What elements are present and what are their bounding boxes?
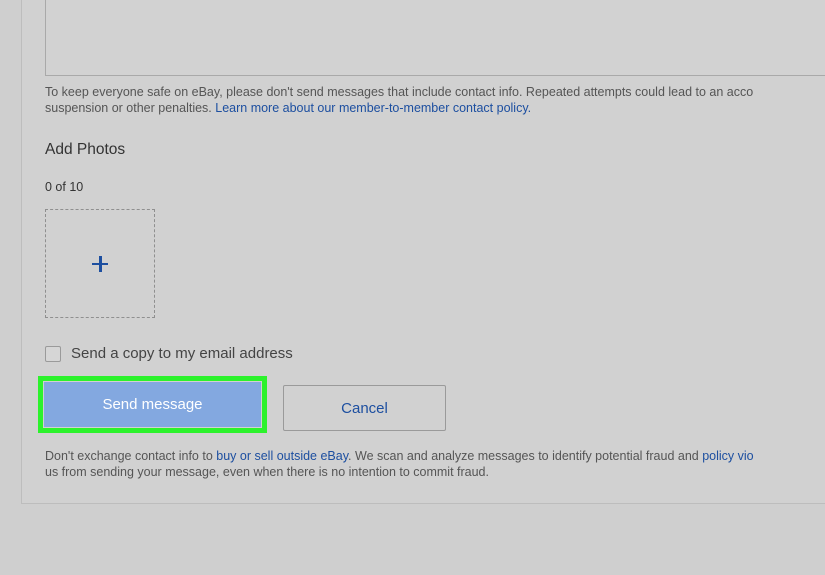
message-textarea[interactable] bbox=[45, 0, 825, 76]
send-copy-label[interactable]: Send a copy to my email address bbox=[71, 345, 293, 362]
photo-count: 0 of 10 bbox=[45, 180, 84, 194]
fraud-notice-pre: Don't exchange contact info to bbox=[45, 449, 217, 463]
plus-icon bbox=[92, 255, 108, 272]
add-photo-button[interactable] bbox=[45, 209, 155, 318]
send-copy-option[interactable]: Send a copy to my email address bbox=[45, 345, 293, 362]
notice-line-2: suspension or other penalties. Learn mor… bbox=[45, 100, 825, 116]
fraud-notice-mid: . We scan and analyze messages to identi… bbox=[348, 449, 703, 463]
fraud-notice-line-2: us from sending your message, even when … bbox=[45, 465, 489, 479]
notice-line-1: To keep everyone safe on eBay, please do… bbox=[45, 85, 754, 99]
contact-info-notice: To keep everyone safe on eBay, please do… bbox=[45, 84, 825, 116]
fraud-notice-line-1: Don't exchange contact info to buy or se… bbox=[45, 448, 825, 464]
fraud-notice: Don't exchange contact info to buy or se… bbox=[45, 448, 825, 480]
cancel-button[interactable]: Cancel bbox=[283, 385, 446, 431]
send-copy-checkbox[interactable] bbox=[45, 345, 61, 362]
policy-violation-link[interactable]: policy vio bbox=[702, 449, 753, 463]
contact-policy-link[interactable]: Learn more about our member-to-member co… bbox=[215, 101, 531, 115]
send-message-button[interactable]: Send message bbox=[44, 382, 261, 427]
notice-line-2-text: suspension or other penalties. bbox=[45, 101, 216, 115]
message-page: To keep everyone safe on eBay, please do… bbox=[0, 0, 825, 575]
add-photos-title: Add Photos bbox=[45, 141, 126, 158]
buy-sell-outside-link[interactable]: buy or sell outside eBay bbox=[216, 449, 348, 463]
